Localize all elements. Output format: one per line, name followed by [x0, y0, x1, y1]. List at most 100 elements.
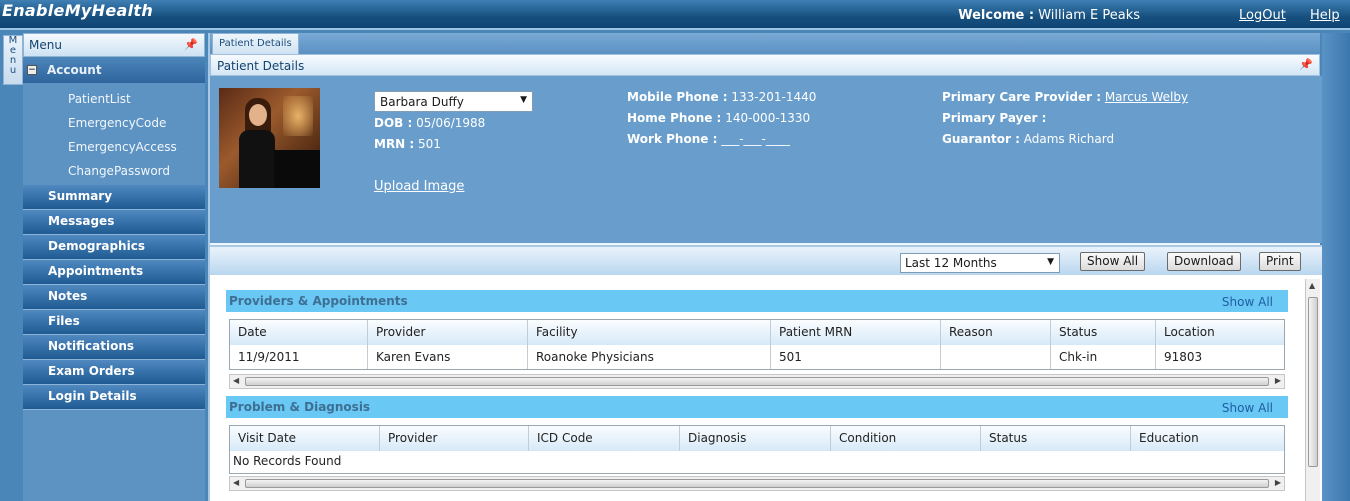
table-cell: Roanoke Physicians: [528, 345, 771, 369]
mrn-value: 501: [418, 137, 441, 151]
pcp-link[interactable]: Marcus Welby: [1105, 90, 1188, 104]
arrow-right-icon[interactable]: ▶: [1275, 478, 1281, 487]
arrow-up-icon[interactable]: ▲: [1309, 281, 1315, 290]
panel-title: Patient Details: [217, 59, 305, 73]
sidebar-item-emergencyaccess[interactable]: EmergencyAccess: [23, 135, 205, 159]
chevron-down-icon: ▼: [1047, 257, 1054, 267]
menu-header: Menu 📌: [23, 33, 205, 57]
pin-icon[interactable]: 📌: [1299, 58, 1313, 71]
sidebar-item-messages[interactable]: Messages: [23, 210, 205, 235]
show-all-button[interactable]: Show All: [1080, 252, 1146, 271]
column-header[interactable]: ICD Code: [529, 426, 680, 451]
sidebar-item-emergencycode[interactable]: EmergencyCode: [23, 111, 205, 135]
mobile-label: Mobile Phone :: [627, 90, 728, 104]
table-header-row: Visit Date Provider ICD Code Diagnosis C…: [230, 426, 1284, 451]
upload-image-link[interactable]: Upload Image: [374, 179, 464, 194]
menu-collapse-tab[interactable]: M e n u: [3, 35, 23, 85]
column-header[interactable]: Provider: [368, 320, 528, 345]
empty-message: No Records Found: [233, 454, 342, 468]
column-header[interactable]: Facility: [528, 320, 771, 345]
account-group[interactable]: − Account: [23, 57, 205, 83]
sidebar-item-demographics[interactable]: Demographics: [23, 235, 205, 260]
column-header[interactable]: Education: [1131, 426, 1284, 451]
column-header[interactable]: Visit Date: [230, 426, 380, 451]
table-header-row: Date Provider Facility Patient MRN Reaso…: [230, 320, 1284, 345]
problems-hscrollbar[interactable]: ◀ ▶: [229, 476, 1285, 491]
home-label: Home Phone :: [627, 111, 722, 125]
patient-photo: [219, 88, 320, 188]
sidebar-item-notifications[interactable]: Notifications: [23, 335, 205, 360]
sidebar: Menu 📌 − Account PatientList EmergencyCo…: [23, 33, 205, 501]
scroll-thumb[interactable]: [245, 377, 1269, 386]
main-panel: Patient Details Patient Details 📌 Barbar…: [208, 33, 1322, 501]
column-header[interactable]: Status: [981, 426, 1131, 451]
home-value: 140-000-1330: [725, 111, 811, 125]
table-row[interactable]: 11/9/2011 Karen Evans Roanoke Physicians…: [230, 345, 1284, 369]
dob-label: DOB :: [374, 116, 413, 130]
patient-select-value: Barbara Duffy: [380, 95, 464, 109]
table-cell: Karen Evans: [368, 345, 528, 369]
dob-line: DOB : 05/06/1988: [374, 116, 485, 130]
problems-title: Problem & Diagnosis: [229, 400, 371, 414]
table-cell: 91803: [1164, 350, 1203, 364]
sidebar-item-changepassword[interactable]: ChangePassword: [23, 159, 205, 183]
providers-hscrollbar[interactable]: ◀ ▶: [229, 374, 1285, 389]
work-value: ___-___-____: [721, 132, 790, 146]
pcp-line: Primary Care Provider : Marcus Welby: [942, 90, 1188, 104]
payer-line: Primary Payer :: [942, 111, 1046, 125]
sidebar-item-exam-orders[interactable]: Exam Orders: [23, 360, 205, 385]
providers-title: Providers & Appointments: [229, 294, 408, 308]
user-name: William E Peaks: [1038, 8, 1140, 23]
dob-value: 05/06/1988: [416, 116, 486, 130]
column-header[interactable]: Reason: [941, 320, 1051, 345]
column-header[interactable]: Location: [1156, 320, 1284, 345]
table-cell: [941, 345, 1051, 369]
scroll-thumb[interactable]: [1308, 297, 1318, 467]
mobile-value: 133-201-1440: [731, 90, 817, 104]
arrow-left-icon[interactable]: ◀: [233, 478, 239, 487]
download-button[interactable]: Download: [1167, 252, 1241, 271]
guarantor-label: Guarantor :: [942, 132, 1020, 146]
sidebar-item-files[interactable]: Files: [23, 310, 205, 335]
providers-table: Date Provider Facility Patient MRN Reaso…: [229, 319, 1285, 370]
column-header[interactable]: Patient MRN: [771, 320, 941, 345]
sidebar-item-notes[interactable]: Notes: [23, 285, 205, 310]
top-bar: EnableMyHealth Welcome : William E Peaks…: [0, 0, 1350, 30]
date-range-select[interactable]: Last 12 Months ▼: [900, 253, 1060, 273]
print-button[interactable]: Print: [1259, 252, 1301, 271]
sidebar-item-patientlist[interactable]: PatientList: [23, 87, 205, 111]
content-area: Last 12 Months ▼ Show All Download Print…: [210, 245, 1322, 501]
home-line: Home Phone : 140-000-1330: [627, 111, 810, 125]
panel-header: Patient Details 📌: [210, 54, 1320, 76]
pin-icon[interactable]: 📌: [184, 38, 198, 51]
sidebar-item-appointments[interactable]: Appointments: [23, 260, 205, 285]
patient-select[interactable]: Barbara Duffy ▼: [374, 91, 533, 112]
arrow-left-icon[interactable]: ◀: [233, 376, 239, 385]
payer-label: Primary Payer :: [942, 111, 1047, 125]
problems-show-all-link[interactable]: Show All: [1222, 401, 1273, 415]
column-header[interactable]: Status: [1051, 320, 1156, 345]
tab-patient-details[interactable]: Patient Details: [212, 33, 299, 54]
arrow-right-icon[interactable]: ▶: [1275, 376, 1281, 385]
work-line: Work Phone : ___-___-____: [627, 132, 790, 146]
table-cell: 11/9/2011: [230, 345, 368, 369]
logout-link[interactable]: LogOut: [1239, 8, 1286, 23]
welcome-label: Welcome :: [958, 8, 1035, 23]
problems-header: Problem & Diagnosis Show All: [226, 396, 1288, 418]
sidebar-item-summary[interactable]: Summary: [23, 185, 205, 210]
sidebar-item-login-details[interactable]: Login Details: [23, 385, 205, 410]
column-header[interactable]: Condition: [831, 426, 981, 451]
problems-table: Visit Date Provider ICD Code Diagnosis C…: [229, 425, 1285, 474]
providers-show-all-link[interactable]: Show All: [1222, 295, 1273, 309]
column-header[interactable]: Diagnosis: [680, 426, 831, 451]
chevron-down-icon: ▼: [520, 95, 527, 105]
help-link[interactable]: Help: [1310, 8, 1340, 23]
problems-section: Problem & Diagnosis Show All Visit Date …: [226, 396, 1288, 496]
tab-strip: Patient Details: [210, 33, 1320, 54]
column-header[interactable]: Date: [230, 320, 368, 345]
scroll-thumb[interactable]: [245, 479, 1269, 488]
column-header[interactable]: Provider: [380, 426, 529, 451]
collapse-icon[interactable]: −: [27, 65, 37, 75]
content-vscrollbar[interactable]: ▲: [1305, 279, 1320, 501]
mrn-line: MRN : 501: [374, 137, 441, 151]
